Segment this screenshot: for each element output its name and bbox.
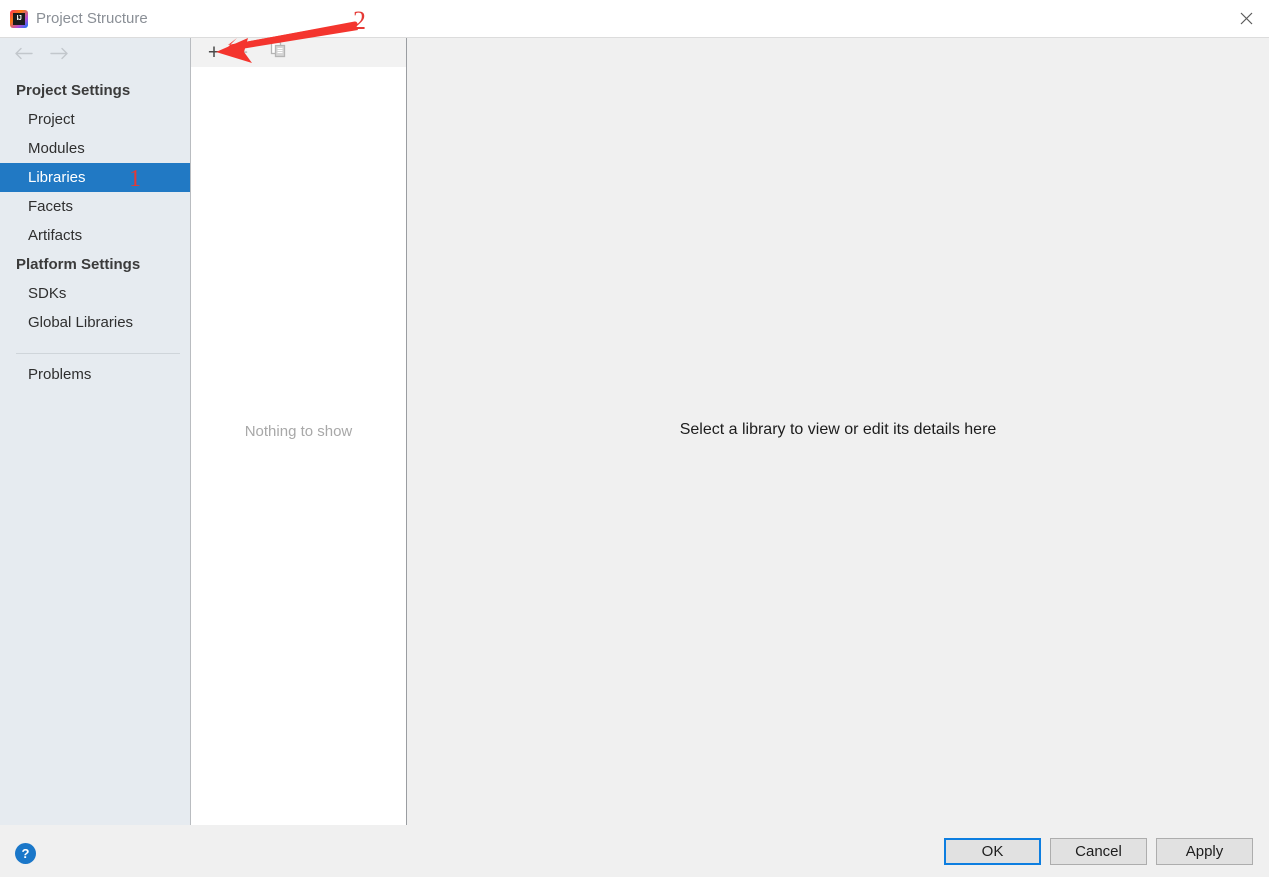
dialog-actions: OK Cancel Apply bbox=[944, 838, 1253, 865]
dialog-button-bar: ? OK Cancel Apply bbox=[0, 825, 1269, 877]
arrow-left-icon[interactable] bbox=[12, 42, 34, 64]
sidebar-item-artifacts[interactable]: Artifacts bbox=[0, 221, 190, 250]
logo-text: IJ bbox=[16, 15, 22, 22]
title-bar: IJ Project Structure bbox=[0, 0, 1269, 38]
library-details-placeholder: Select a library to view or edit its det… bbox=[679, 421, 997, 438]
sidebar-item-project[interactable]: Project bbox=[0, 105, 190, 134]
libraries-empty-message: Nothing to show bbox=[244, 423, 353, 440]
remove-library-button[interactable]: − bbox=[229, 39, 255, 65]
arrow-right-icon[interactable] bbox=[48, 42, 70, 64]
copy-library-button[interactable] bbox=[265, 39, 291, 65]
sidebar-item-global-libraries[interactable]: Global Libraries bbox=[0, 308, 190, 337]
intellij-idea-logo-icon: IJ bbox=[10, 9, 28, 28]
sidebar-item-facets[interactable]: Facets bbox=[0, 192, 190, 221]
libraries-toolbar: + − bbox=[191, 38, 406, 67]
sidebar-item-sdks[interactable]: SDKs bbox=[0, 279, 190, 308]
window-title: Project Structure bbox=[36, 10, 148, 27]
sidebar-navigation-toolbar bbox=[0, 38, 190, 68]
project-structure-dialog: IJ Project Structure Project Settings Pr… bbox=[0, 0, 1269, 877]
library-details-panel: Select a library to view or edit its det… bbox=[407, 38, 1269, 825]
sidebar-item-libraries[interactable]: Libraries bbox=[0, 163, 190, 192]
ok-button[interactable]: OK bbox=[944, 838, 1041, 865]
minus-icon: − bbox=[235, 40, 249, 64]
close-icon[interactable] bbox=[1223, 0, 1269, 37]
plus-icon: + bbox=[207, 40, 221, 64]
help-icon[interactable]: ? bbox=[15, 843, 36, 864]
libraries-list-panel: + − Nothing to show bbox=[191, 38, 407, 825]
copy-icon bbox=[270, 41, 287, 63]
sidebar-group-header-project-settings: Project Settings bbox=[16, 82, 131, 99]
sidebar-item-modules[interactable]: Modules bbox=[0, 134, 190, 163]
cancel-button[interactable]: Cancel bbox=[1050, 838, 1147, 865]
sidebar-list: Project Settings Project Modules Librari… bbox=[0, 68, 190, 383]
apply-button[interactable]: Apply bbox=[1156, 838, 1253, 865]
sidebar-item-problems[interactable]: Problems bbox=[0, 354, 190, 383]
sidebar: Project Settings Project Modules Librari… bbox=[0, 38, 191, 825]
add-library-button[interactable]: + bbox=[201, 39, 227, 65]
sidebar-group-header-platform-settings: Platform Settings bbox=[16, 256, 141, 273]
